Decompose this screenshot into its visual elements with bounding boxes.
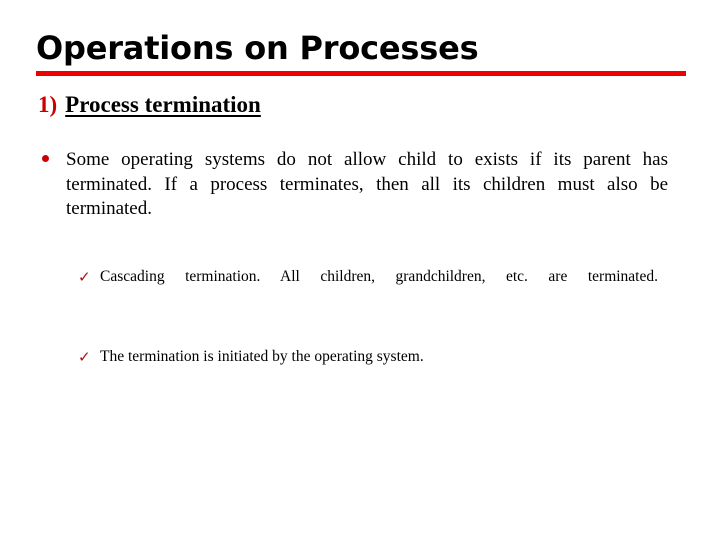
bullet-text: Some operating systems do not allow chil…: [66, 149, 668, 219]
section-label: Process termination: [65, 92, 261, 117]
sub-bullet-text: The termination is initiated by the oper…: [100, 348, 424, 365]
list-item: ✓ The termination is initiated by the op…: [78, 346, 658, 368]
list-item: Some operating systems do not allow chil…: [40, 148, 668, 246]
title-block: Operations on Processes: [36, 30, 686, 76]
round-bullet-icon: [42, 155, 49, 162]
title-divider: [36, 71, 686, 76]
section-heading: 1) Process termination: [38, 92, 261, 118]
list-item: ✓ Cascading termination. All children, g…: [78, 266, 658, 310]
slide: Operations on Processes 1) Process termin…: [0, 0, 720, 540]
check-icon: ✓: [78, 348, 91, 366]
section-number: 1): [38, 92, 58, 117]
page-title: Operations on Processes: [36, 29, 479, 67]
check-icon: ✓: [78, 268, 91, 286]
sub-bullet-text: Cascading termination. All children, gra…: [100, 268, 658, 285]
